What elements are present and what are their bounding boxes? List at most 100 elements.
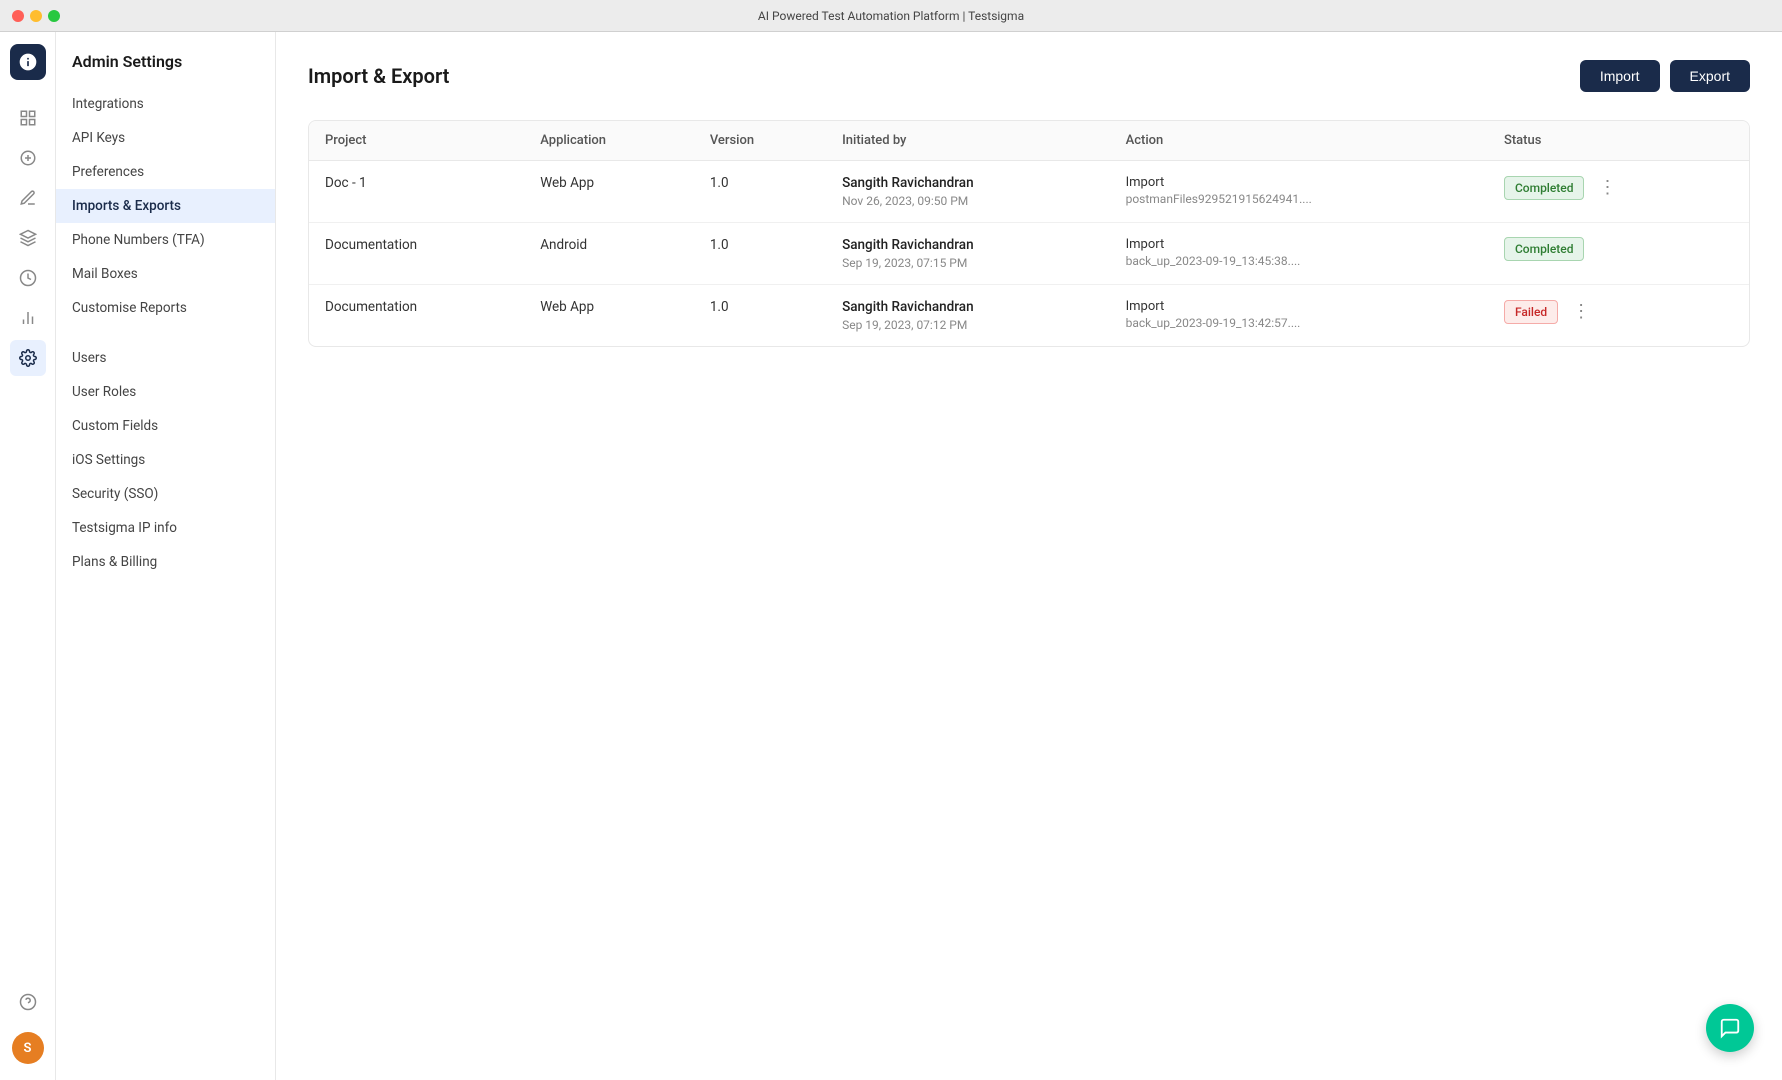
cell-application: Android: [524, 223, 694, 285]
nav-clock-icon[interactable]: [10, 260, 46, 296]
chat-fab-button[interactable]: [1706, 1004, 1754, 1052]
cell-action: Import back_up_2023-09-19_13:45:38....: [1110, 223, 1488, 285]
action-type: Import: [1126, 299, 1472, 314]
nav-chart-icon[interactable]: [10, 300, 46, 336]
data-table: Project Application Version Initiated by…: [309, 121, 1749, 346]
col-status: Status: [1488, 121, 1749, 161]
app-container: S Admin Settings Integrations API Keys P…: [0, 32, 1782, 1080]
initiated-name: Sangith Ravichandran: [842, 237, 1093, 253]
sidebar-bottom: S: [10, 984, 46, 1080]
page-header: Import & Export Import Export: [308, 60, 1750, 92]
main-content: Import & Export Import Export Project Ap…: [276, 32, 1782, 1080]
import-export-table: Project Application Version Initiated by…: [308, 120, 1750, 347]
cell-initiated-by: Sangith Ravichandran Nov 26, 2023, 09:50…: [826, 161, 1109, 223]
cell-application: Web App: [524, 285, 694, 347]
export-button[interactable]: Export: [1670, 60, 1750, 92]
nav-layers-icon[interactable]: [10, 220, 46, 256]
status-badge: Failed: [1504, 300, 1558, 324]
page-title: Import & Export: [308, 64, 449, 88]
action-filename: back_up_2023-09-19_13:45:38....: [1126, 254, 1472, 268]
sidebar-item-custom-fields[interactable]: Custom Fields: [56, 409, 275, 443]
sidebar-item-integrations[interactable]: Integrations: [56, 87, 275, 121]
maximize-button[interactable]: [48, 10, 60, 22]
sidebar-item-customise-reports[interactable]: Customise Reports: [56, 291, 275, 325]
window-title: AI Powered Test Automation Platform | Te…: [758, 9, 1024, 23]
initiated-date: Nov 26, 2023, 09:50 PM: [842, 194, 1093, 208]
action-filename: postmanFiles929521915624941....: [1126, 192, 1472, 206]
cell-version: 1.0: [694, 161, 826, 223]
nav-settings-icon[interactable]: [10, 340, 46, 376]
row-more-menu-button[interactable]: ⋮: [1592, 175, 1622, 200]
logo-icon: [18, 52, 38, 72]
sidebar-item-user-roles[interactable]: User Roles: [56, 375, 275, 409]
sidebar-item-testsigma-ip[interactable]: Testsigma IP info: [56, 511, 275, 545]
row-more-menu-button[interactable]: ⋮: [1566, 299, 1596, 324]
table-header-row: Project Application Version Initiated by…: [309, 121, 1749, 161]
initiated-date: Sep 19, 2023, 07:12 PM: [842, 318, 1093, 332]
cell-project: Documentation: [309, 223, 524, 285]
grid-icon: [19, 109, 37, 127]
cell-action: Import back_up_2023-09-19_13:42:57....: [1110, 285, 1488, 347]
cell-status: Completed: [1488, 223, 1749, 285]
chart-icon: [19, 309, 37, 327]
sidebar-item-api-keys[interactable]: API Keys: [56, 121, 275, 155]
col-version: Version: [694, 121, 826, 161]
pen-icon: [19, 189, 37, 207]
clock-icon: [19, 269, 37, 287]
row-actions: Completed ⋮: [1504, 175, 1733, 200]
cell-version: 1.0: [694, 285, 826, 347]
cell-initiated-by: Sangith Ravichandran Sep 19, 2023, 07:12…: [826, 285, 1109, 347]
cell-status: Completed ⋮: [1488, 161, 1749, 223]
title-bar: AI Powered Test Automation Platform | Te…: [0, 0, 1782, 32]
table-row: Doc - 1 Web App 1.0 Sangith Ravichandran…: [309, 161, 1749, 223]
import-button[interactable]: Import: [1580, 60, 1660, 92]
col-initiated-by: Initiated by: [826, 121, 1109, 161]
nav-pen-icon[interactable]: [10, 180, 46, 216]
close-button[interactable]: [12, 10, 24, 22]
action-filename: back_up_2023-09-19_13:42:57....: [1126, 316, 1472, 330]
cell-project: Documentation: [309, 285, 524, 347]
status-badge: Completed: [1504, 237, 1585, 261]
row-actions: Failed ⋮: [1504, 299, 1733, 324]
initiated-date: Sep 19, 2023, 07:15 PM: [842, 256, 1093, 270]
cell-initiated-by: Sangith Ravichandran Sep 19, 2023, 07:15…: [826, 223, 1109, 285]
user-avatar[interactable]: S: [12, 1032, 44, 1064]
left-sidebar: Admin Settings Integrations API Keys Pre…: [56, 32, 276, 1080]
header-actions: Import Export: [1580, 60, 1750, 92]
nav-grid-icon[interactable]: [10, 100, 46, 136]
nav-edit-icon[interactable]: [10, 140, 46, 176]
edit-icon: [19, 149, 37, 167]
nav-help-icon[interactable]: [10, 984, 46, 1020]
sidebar-item-preferences[interactable]: Preferences: [56, 155, 275, 189]
cell-project: Doc - 1: [309, 161, 524, 223]
cell-version: 1.0: [694, 223, 826, 285]
sidebar-item-mail-boxes[interactable]: Mail Boxes: [56, 257, 275, 291]
settings-icon: [19, 349, 37, 367]
layers-icon: [19, 229, 37, 247]
icon-sidebar: S: [0, 32, 56, 1080]
minimize-button[interactable]: [30, 10, 42, 22]
sidebar-item-users[interactable]: Users: [56, 341, 275, 375]
status-badge: Completed: [1504, 176, 1585, 200]
action-type: Import: [1126, 237, 1472, 252]
sidebar-section-gap: [56, 325, 275, 341]
sidebar-item-ios-settings[interactable]: iOS Settings: [56, 443, 275, 477]
action-type: Import: [1126, 175, 1472, 190]
col-application: Application: [524, 121, 694, 161]
table-row: Documentation Android 1.0 Sangith Ravich…: [309, 223, 1749, 285]
initiated-name: Sangith Ravichandran: [842, 175, 1093, 191]
col-project: Project: [309, 121, 524, 161]
sidebar-item-plans-billing[interactable]: Plans & Billing: [56, 545, 275, 579]
col-action: Action: [1110, 121, 1488, 161]
chat-icon: [1719, 1017, 1741, 1039]
sidebar-item-phone-numbers[interactable]: Phone Numbers (TFA): [56, 223, 275, 257]
cell-action: Import postmanFiles929521915624941....: [1110, 161, 1488, 223]
initiated-name: Sangith Ravichandran: [842, 299, 1093, 315]
row-actions: Completed: [1504, 237, 1733, 261]
app-logo[interactable]: [10, 44, 46, 80]
cell-application: Web App: [524, 161, 694, 223]
sidebar-item-security-sso[interactable]: Security (SSO): [56, 477, 275, 511]
traffic-lights: [12, 10, 60, 22]
sidebar-item-imports-exports[interactable]: Imports & Exports: [56, 189, 275, 223]
sidebar-title: Admin Settings: [56, 52, 275, 87]
